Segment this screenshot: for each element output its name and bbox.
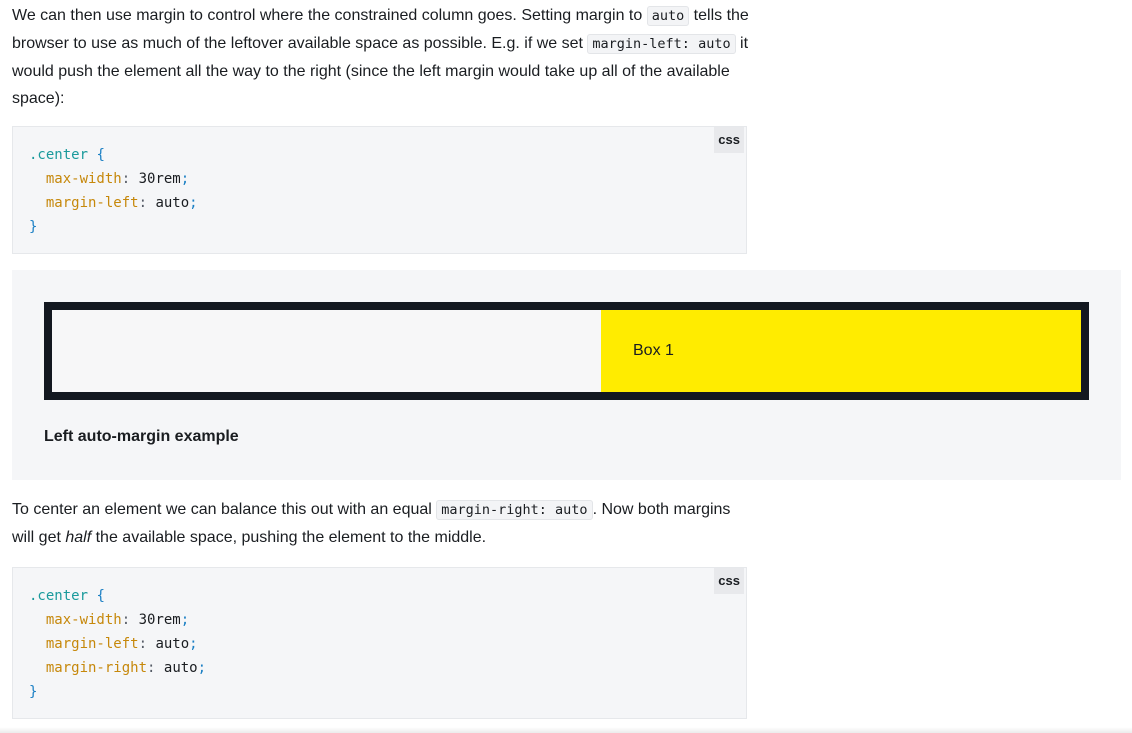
bottom-scroll-shadow (0, 727, 1132, 733)
center-text-1: To center an element we can balance this… (12, 501, 437, 518)
code-value: 30rem (138, 171, 181, 187)
center-text-3: the available space, pushing the element… (91, 529, 487, 546)
code-selector: .center (29, 147, 89, 163)
code-close-brace: } (29, 684, 38, 700)
code-open-brace: { (96, 588, 105, 604)
code-language-badge: css (714, 568, 744, 594)
inline-code-margin-left: margin-left: auto (587, 34, 736, 54)
code-language-badge: css (714, 127, 744, 153)
center-text-emphasis: half (65, 529, 92, 546)
code-property: margin-left (45, 636, 139, 652)
code-value: 30rem (138, 612, 181, 628)
code-selector: .center (29, 588, 89, 604)
code-content: .center { max-width: 30rem; margin-left:… (29, 588, 207, 700)
demo-caption: Left auto-margin example (44, 428, 239, 445)
intro-text-1: We can then use margin to control where … (12, 7, 647, 24)
code-property: margin-left (45, 195, 139, 211)
inline-code-margin-right: margin-right: auto (436, 500, 593, 520)
demo-panel: Box 1 Left auto-margin example (12, 270, 1121, 480)
code-open-brace: { (96, 147, 105, 163)
code-value: auto (155, 636, 190, 652)
code-block-centered: css .center { max-width: 30rem; margin-l… (12, 567, 747, 719)
demo-container: Box 1 (44, 302, 1089, 400)
code-value: auto (155, 195, 190, 211)
code-property: margin-right (45, 660, 148, 676)
center-paragraph: To center an element we can balance this… (12, 496, 752, 551)
code-property: max-width (45, 612, 122, 628)
demo-box-label: Box 1 (633, 342, 674, 359)
code-block-left-margin: css .center { max-width: 30rem; margin-l… (12, 126, 747, 254)
code-close-brace: } (29, 219, 38, 235)
inline-code-auto: auto (646, 6, 690, 26)
demo-box: Box 1 (601, 310, 1081, 392)
intro-paragraph: We can then use margin to control where … (12, 2, 752, 112)
code-content: .center { max-width: 30rem; margin-left:… (29, 147, 198, 235)
code-value: auto (163, 660, 198, 676)
code-property: max-width (45, 171, 122, 187)
